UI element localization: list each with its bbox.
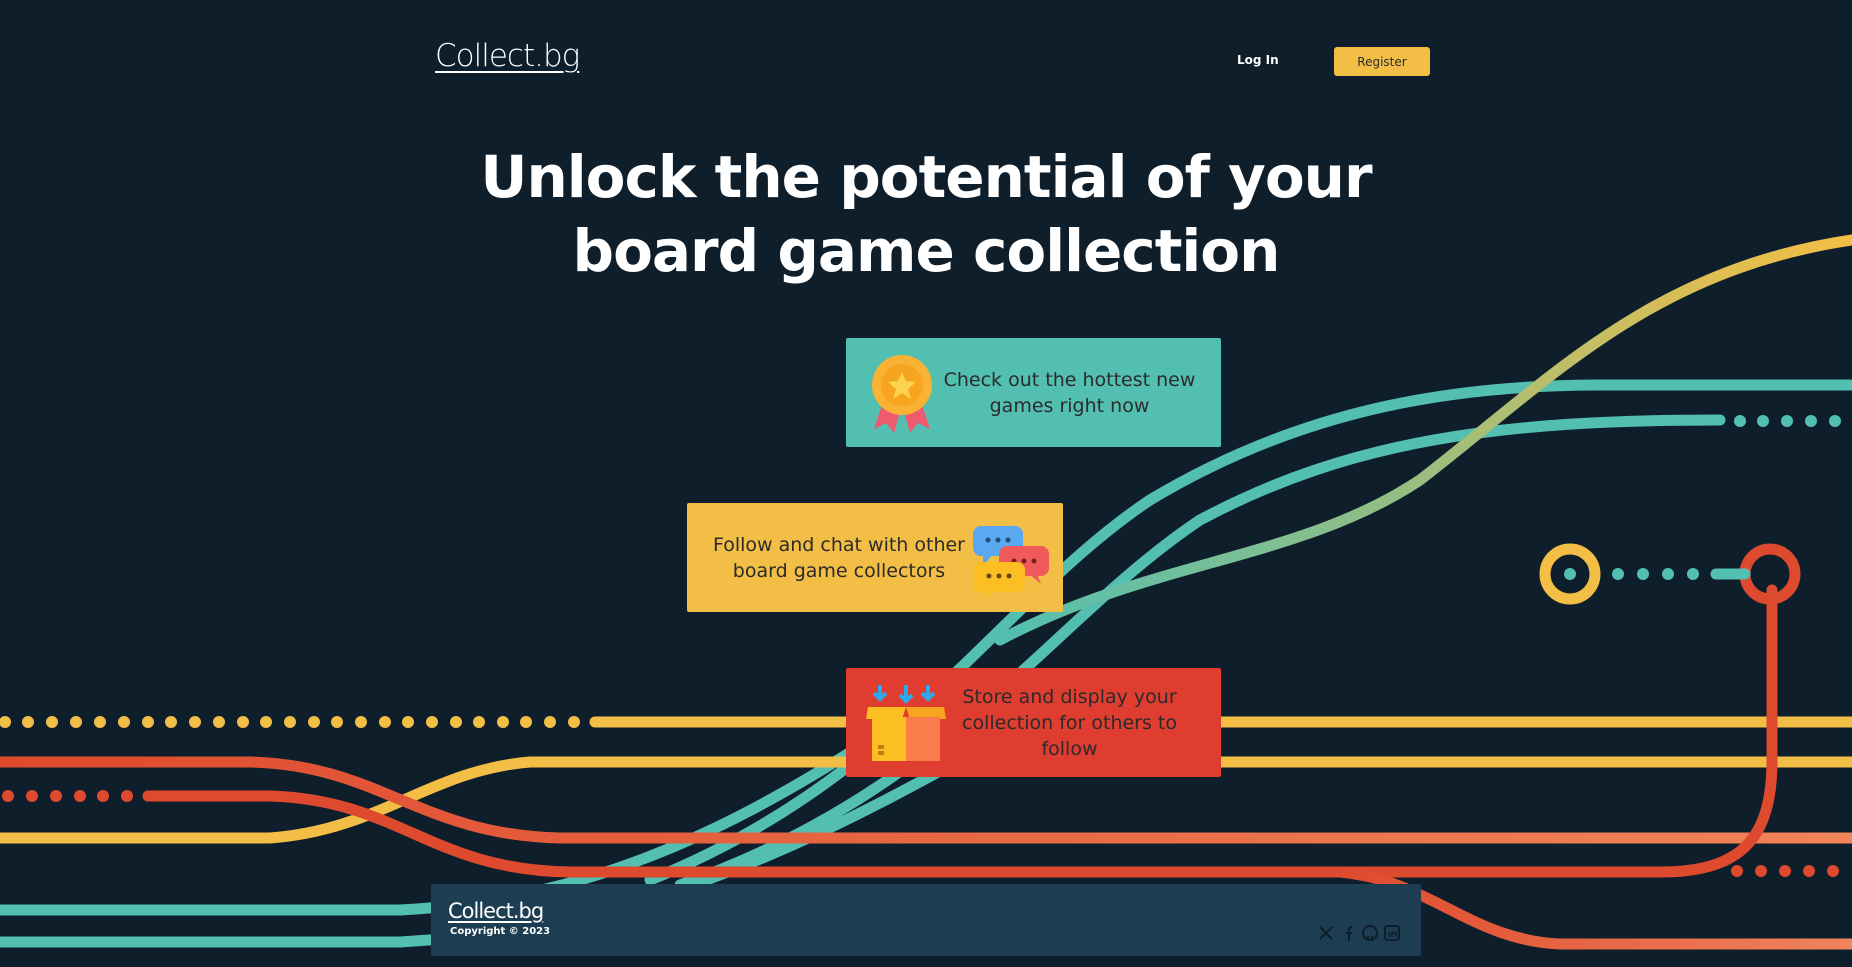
social-links bbox=[1317, 924, 1401, 942]
feature-text: Check out the hottest new games right no… bbox=[943, 368, 1196, 417]
linkedin-icon[interactable] bbox=[1383, 924, 1401, 942]
chat-bubbles-icon bbox=[971, 518, 1049, 598]
medal-icon bbox=[866, 353, 938, 433]
register-button[interactable]: Register bbox=[1334, 47, 1430, 76]
logo[interactable]: Collect.bg bbox=[435, 38, 580, 74]
hero-title: Unlock the potential of your board game … bbox=[480, 143, 1372, 285]
github-icon[interactable] bbox=[1361, 924, 1379, 942]
feature-card-hottest-games[interactable]: Check out the hottest new games right no… bbox=[846, 338, 1221, 447]
x-icon[interactable] bbox=[1317, 924, 1335, 942]
facebook-icon[interactable] bbox=[1339, 924, 1357, 942]
feature-text: Store and display your collection for ot… bbox=[962, 685, 1177, 760]
footer-logo[interactable]: Collect.bg bbox=[448, 899, 544, 923]
login-link[interactable]: Log In bbox=[1237, 53, 1279, 67]
feature-card-store-collection[interactable]: Store and display your collection for ot… bbox=[846, 668, 1221, 777]
box-icon bbox=[866, 683, 946, 763]
feature-text: Follow and chat with other board game co… bbox=[712, 533, 965, 582]
feature-card-follow-chat[interactable]: Follow and chat with other board game co… bbox=[687, 503, 1063, 612]
footer: Collect.bg Copyright © 2023 bbox=[431, 884, 1421, 956]
copyright-text: Copyright © 2023 bbox=[450, 926, 551, 937]
